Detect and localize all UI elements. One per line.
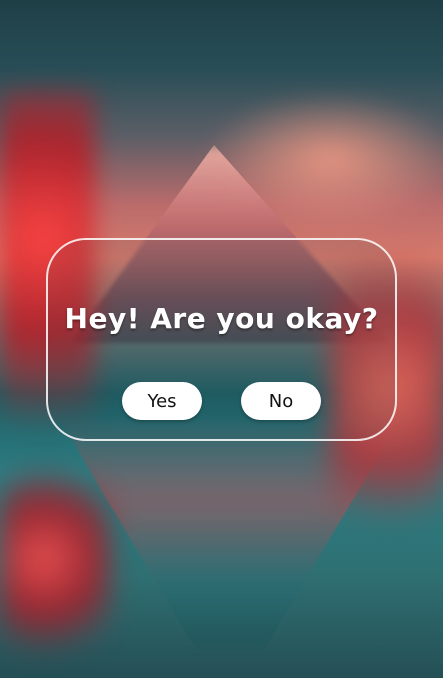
- alert-dialog: Hey! Are you okay? Yes No: [46, 238, 397, 441]
- no-button[interactable]: No: [241, 382, 321, 420]
- dialog-title: Hey! Are you okay?: [64, 302, 379, 335]
- left-red-foliage: [0, 460, 110, 678]
- yes-button[interactable]: Yes: [122, 382, 202, 420]
- background-scene: Hey! Are you okay? Yes No: [0, 0, 443, 678]
